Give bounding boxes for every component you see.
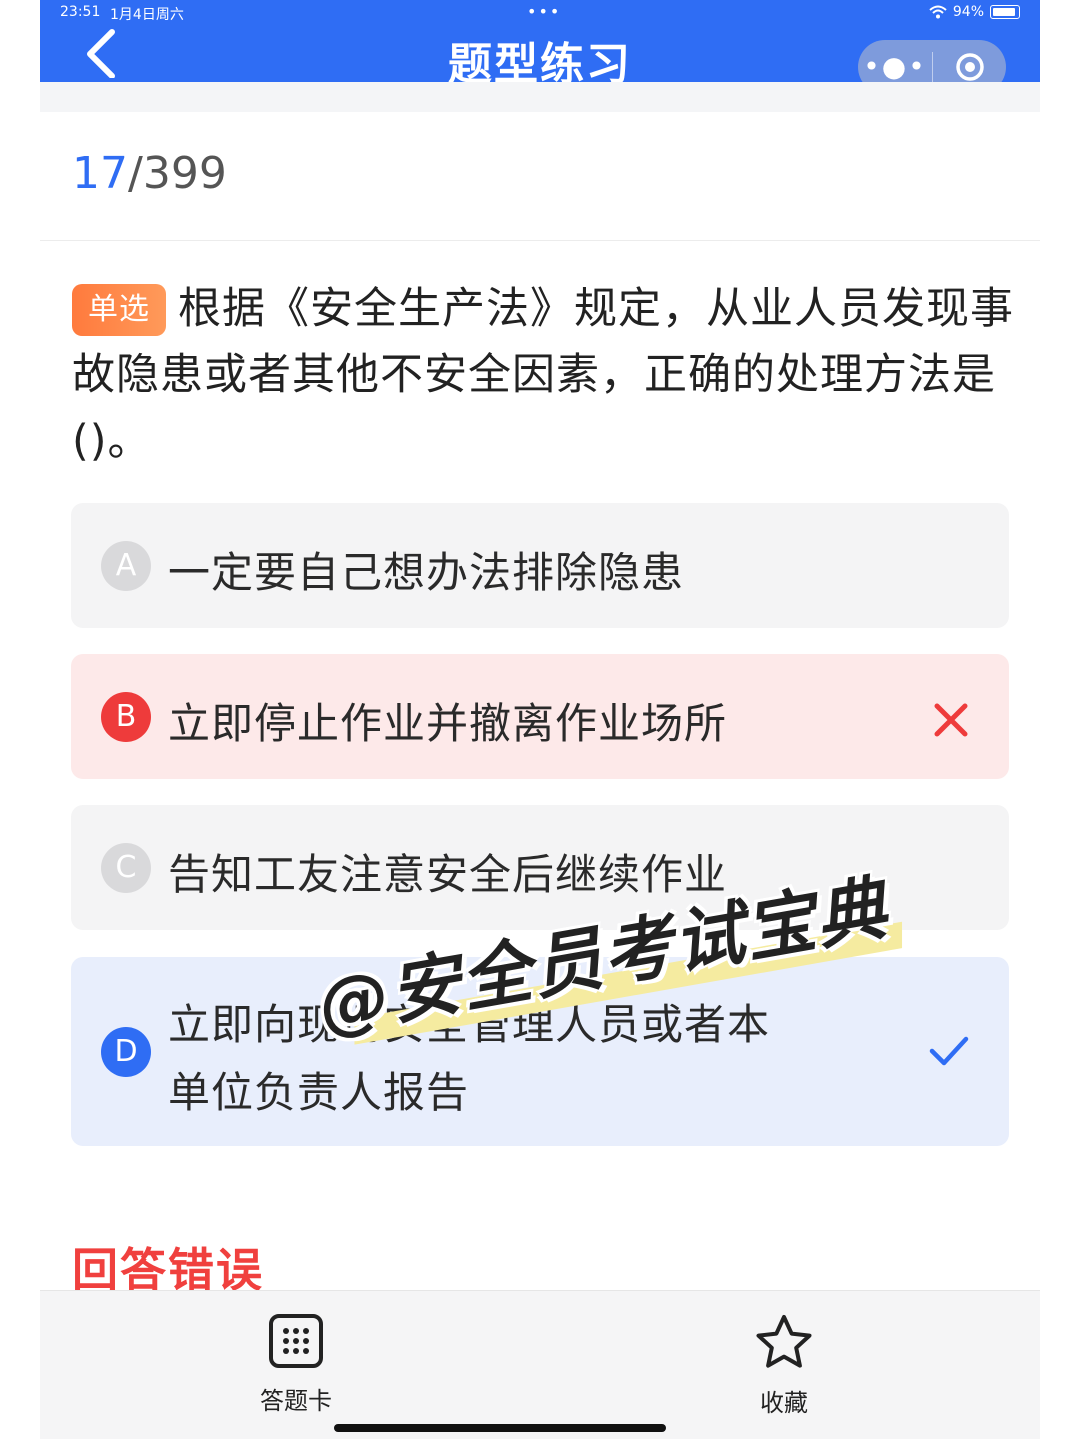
- star-icon: [756, 1315, 812, 1368]
- option-text-a: 一定要自己想办法排除隐患: [168, 548, 685, 597]
- option-letter-d: D: [101, 1027, 151, 1077]
- status-time: 23:51: [60, 4, 101, 20]
- question-progress: 17/399: [72, 148, 227, 199]
- option-letter-a: A: [101, 541, 151, 591]
- question-stem: 单选 根据《安全生产法》规定，从业人员发现事故隐患或者其他不安全因素，正确的处理方…: [72, 276, 1016, 474]
- option-letter-c: C: [101, 843, 151, 893]
- option-text-b: 立即停止作业并撤离作业场所: [168, 699, 728, 748]
- header-gap: [40, 82, 1040, 112]
- tab-answer-card-label: 答题卡: [260, 1387, 332, 1415]
- battery-percent: 94%: [952, 4, 984, 20]
- progress-card: 17/399: [40, 112, 1040, 241]
- tab-favorite-label: 收藏: [760, 1389, 808, 1417]
- multitask-dots[interactable]: •••: [527, 2, 561, 21]
- wrong-cross-icon: [934, 703, 968, 737]
- question-type-tag: 单选: [72, 284, 166, 336]
- question-text: 根据《安全生产法》规定，从业人员发现事故隐患或者其他不安全因素，正确的处理方法是…: [72, 284, 1014, 466]
- progress-total: /399: [128, 148, 227, 199]
- home-indicator[interactable]: [334, 1424, 666, 1432]
- target-icon: [955, 53, 984, 81]
- tab-favorite[interactable]: 收藏: [724, 1313, 844, 1418]
- option-text-d-line2: 单位负责人报告: [168, 1068, 470, 1117]
- battery-icon: [990, 5, 1020, 19]
- app-frame: 23:51 1月4日周六 ••• 94% 题型练习 •●• 17/399 单选 …: [40, 0, 1040, 1439]
- status-right: 94%: [929, 4, 1020, 20]
- close-target-button[interactable]: [933, 51, 1006, 83]
- option-b[interactable]: B 立即停止作业并撤离作业场所: [71, 654, 1009, 779]
- progress-current: 17: [72, 148, 128, 199]
- tab-answer-card[interactable]: 答题卡: [236, 1313, 356, 1416]
- wifi-icon: [929, 5, 947, 19]
- check-icon: [929, 1036, 969, 1066]
- bottom-tabbar: 答题卡 收藏: [40, 1290, 1040, 1439]
- status-date: 1月4日周六: [110, 7, 184, 23]
- header: 23:51 1月4日周六 ••• 94% 题型练习 •●•: [40, 0, 1040, 94]
- grid-icon: [269, 1314, 323, 1368]
- option-a[interactable]: A 一定要自己想办法排除隐患: [71, 503, 1009, 628]
- option-letter-b: B: [101, 692, 151, 742]
